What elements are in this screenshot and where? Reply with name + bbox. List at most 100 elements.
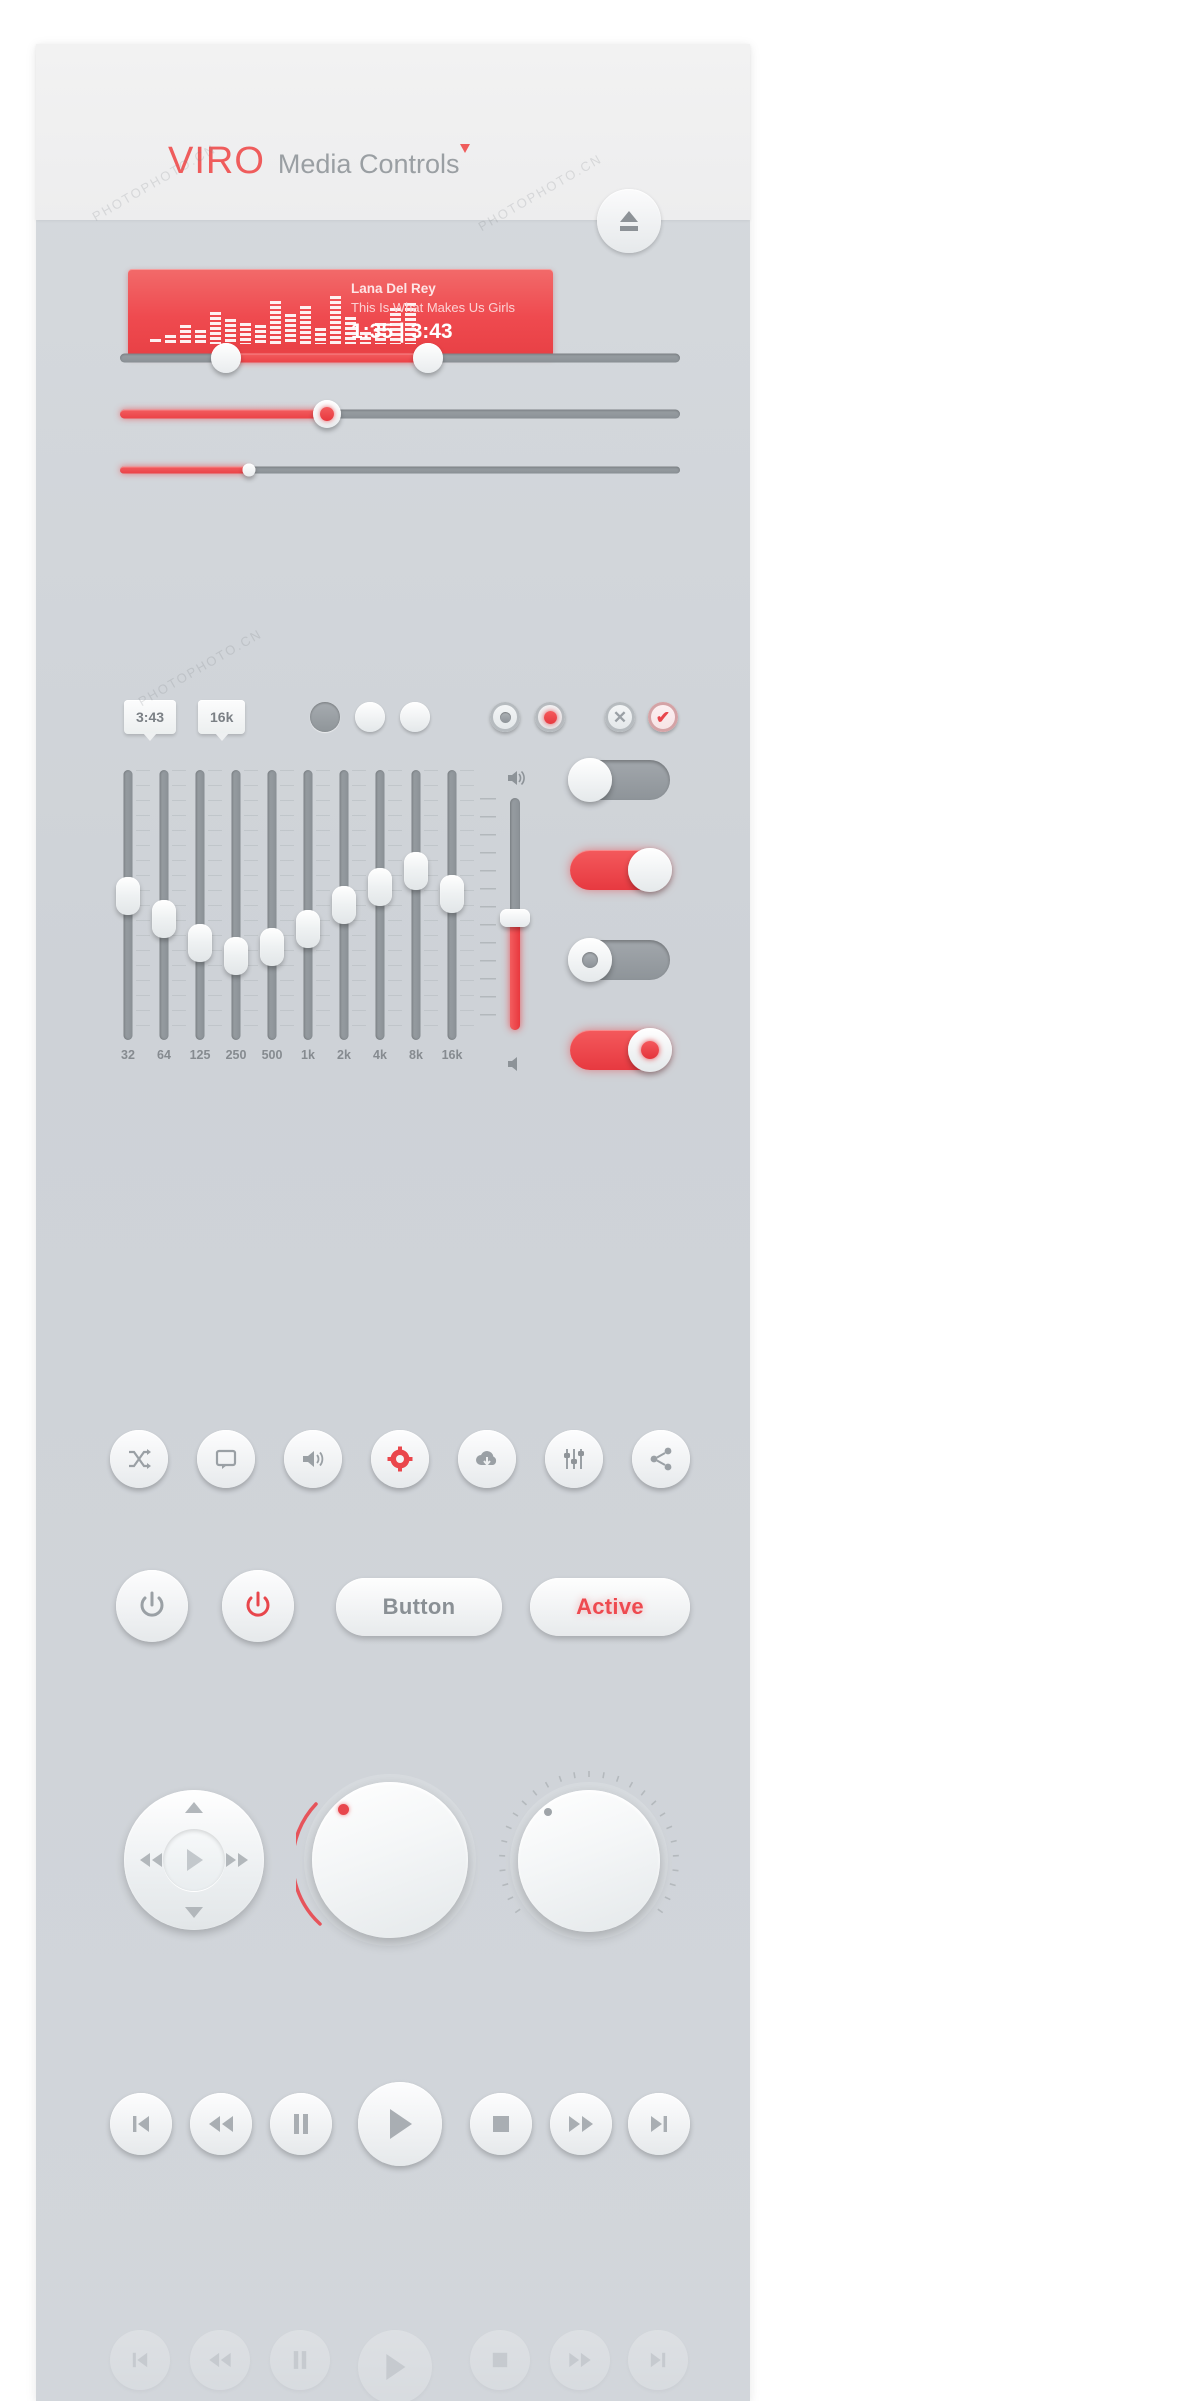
chevron-up-icon[interactable] xyxy=(185,1802,203,1813)
icon-button-row xyxy=(110,1430,690,1488)
volume-ruler xyxy=(480,798,496,1030)
thin-slider[interactable] xyxy=(120,442,680,498)
circle-button-a[interactable] xyxy=(355,702,385,732)
rewind-button[interactable] xyxy=(190,2093,252,2155)
eq-handle[interactable] xyxy=(368,867,392,906)
eq-band-4k[interactable]: 4k xyxy=(362,770,402,1062)
stop-icon xyxy=(493,2116,509,2132)
volume-icon-button[interactable] xyxy=(284,1430,342,1488)
eq-band-64[interactable]: 64 xyxy=(146,770,186,1062)
cloud-download-icon-button[interactable] xyxy=(458,1430,516,1488)
play-icon xyxy=(390,2109,412,2139)
eq-band-label: 250 xyxy=(225,1048,247,1062)
toggle-on-plain[interactable] xyxy=(570,848,672,892)
eject-button[interactable] xyxy=(597,189,661,253)
active-button[interactable]: Active xyxy=(530,1578,690,1636)
share-icon xyxy=(650,1447,672,1471)
fast-forward-icon[interactable] xyxy=(224,1851,250,1869)
power-icon xyxy=(140,1591,164,1617)
toggle-knob xyxy=(568,758,612,802)
gear-icon-button[interactable] xyxy=(371,1430,429,1488)
eq-handle[interactable] xyxy=(440,874,464,913)
eq-band-16k[interactable]: 16k xyxy=(434,770,474,1062)
toggle-on-dot[interactable] xyxy=(570,1028,672,1072)
check-icon: ✔ xyxy=(655,707,671,727)
eq-handle[interactable] xyxy=(296,909,320,948)
value-slider[interactable] xyxy=(120,386,680,442)
radio-dot-red xyxy=(543,710,557,724)
next-track-button[interactable] xyxy=(628,2093,690,2155)
previous-track-button[interactable] xyxy=(110,2093,172,2155)
eq-band-250[interactable]: 250 xyxy=(218,770,258,1062)
slider-handle[interactable] xyxy=(242,463,256,477)
fast-forward-icon xyxy=(569,2116,593,2132)
power-button-off[interactable] xyxy=(116,1570,188,1642)
volume-handle[interactable] xyxy=(500,909,530,927)
eq-track xyxy=(195,770,205,1040)
circle-button-selected[interactable] xyxy=(310,702,340,732)
pause-icon xyxy=(294,2114,308,2134)
shuffle-icon-button[interactable] xyxy=(110,1430,168,1488)
eq-band-label: 2k xyxy=(337,1048,351,1062)
eq-band-500[interactable]: 500 xyxy=(254,770,294,1062)
repeat-icon-button[interactable] xyxy=(197,1430,255,1488)
eq-band-1k[interactable]: 1k xyxy=(290,770,330,1062)
cloud-download-icon xyxy=(476,1451,497,1467)
fast-forward-button[interactable] xyxy=(550,2093,612,2155)
toggle-switches xyxy=(568,758,680,1120)
slider-handle-low[interactable] xyxy=(211,343,242,373)
eq-handle[interactable] xyxy=(224,937,248,976)
eq-band-125[interactable]: 125 xyxy=(182,770,222,1062)
shuffle-icon xyxy=(129,1449,151,1469)
eq-band-label: 4k xyxy=(373,1048,387,1062)
play-button-center[interactable] xyxy=(163,1829,225,1891)
toggle-dot-red xyxy=(641,1041,659,1059)
controls-row: 3:43 16k ✕ ✔ xyxy=(120,700,680,760)
eq-track xyxy=(303,770,313,1040)
cancel-button[interactable]: ✕ xyxy=(605,702,635,732)
repeat-icon xyxy=(215,1449,237,1469)
volume-icon xyxy=(303,1451,324,1467)
eq-band-label: 8k xyxy=(409,1048,423,1062)
slider-handle[interactable] xyxy=(313,400,342,428)
eq-band-32[interactable]: 32 xyxy=(110,770,150,1062)
volume-mute-icon xyxy=(506,1055,524,1078)
eq-band-8k[interactable]: 8k xyxy=(398,770,438,1062)
volume-slider[interactable] xyxy=(480,760,550,1080)
radio-button-off[interactable] xyxy=(490,702,520,732)
skip-back-icon xyxy=(133,2116,149,2132)
pause-button[interactable] xyxy=(270,2093,332,2155)
stop-button[interactable] xyxy=(470,2093,532,2155)
gear-icon xyxy=(387,1446,413,1472)
directional-pad[interactable] xyxy=(124,1790,264,1930)
eq-handle[interactable] xyxy=(188,923,212,962)
page-title: Media Controls xyxy=(277,149,460,179)
circle-button-b[interactable] xyxy=(400,702,430,732)
eq-band-2k[interactable]: 2k xyxy=(326,770,366,1062)
radio-button-on[interactable] xyxy=(535,702,565,732)
slider-fill xyxy=(120,409,328,419)
toggle-off-dot[interactable] xyxy=(568,938,670,982)
toggle-dot-gray xyxy=(582,952,598,968)
power-button-on[interactable] xyxy=(222,1570,294,1642)
share-icon-button[interactable] xyxy=(632,1430,690,1488)
eq-handle[interactable] xyxy=(332,886,356,925)
default-button[interactable]: Button xyxy=(336,1578,502,1636)
eq-handle[interactable] xyxy=(152,900,176,939)
slider-handle-high[interactable] xyxy=(413,343,443,373)
eq-band-label: 16k xyxy=(441,1048,463,1062)
rewind-icon[interactable] xyxy=(138,1851,164,1869)
eq-handle[interactable] xyxy=(260,928,284,967)
equalizer-icon xyxy=(564,1449,584,1469)
toggle-off-plain[interactable] xyxy=(568,758,670,802)
range-slider[interactable] xyxy=(120,330,680,386)
ui-kit-canvas: VIRO Media Controls Lana Del Rey This Is… xyxy=(0,0,1200,2401)
equalizer-sliders: 32 64 125 250 500 1k 2k 4k 8k 16k xyxy=(110,770,474,1080)
confirm-button[interactable]: ✔ xyxy=(648,702,678,732)
eq-handle[interactable] xyxy=(404,851,428,890)
eq-handle[interactable] xyxy=(116,877,140,916)
equalizer-icon-button[interactable] xyxy=(545,1430,603,1488)
play-button[interactable] xyxy=(358,2082,442,2166)
toggle-knob xyxy=(568,938,612,982)
chevron-down-icon[interactable] xyxy=(185,1907,203,1918)
